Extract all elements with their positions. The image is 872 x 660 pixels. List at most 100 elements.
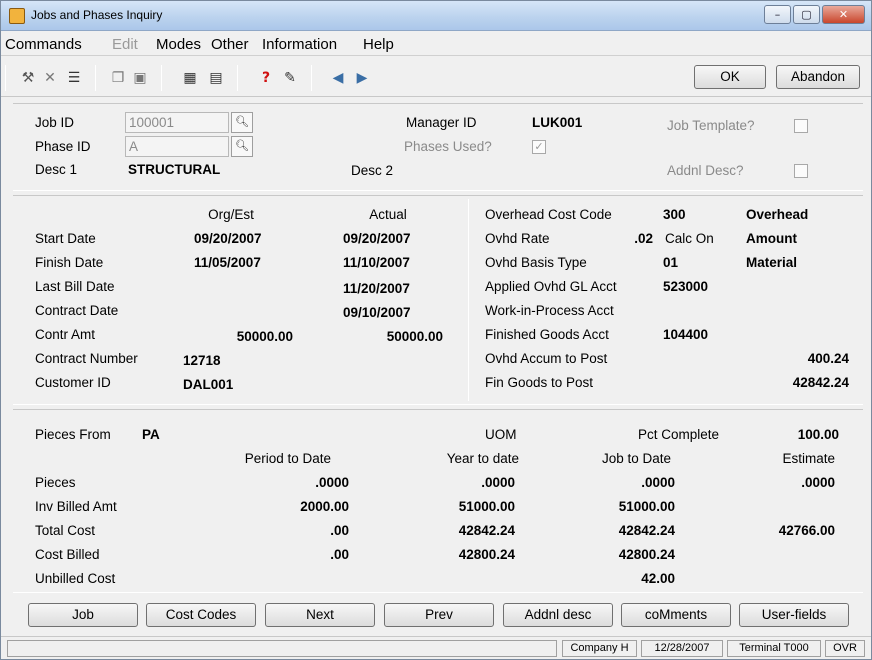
job-to-date-header: Job to Date [601,451,671,466]
addnl-desc-button[interactable]: Addnl desc [503,603,613,627]
calendar-icon[interactable]: ▤ [207,69,225,87]
stats-cell[interactable]: 42800.24 [401,547,515,562]
comments-button[interactable]: coMments [621,603,731,627]
prev-button[interactable]: Prev [384,603,494,627]
back-icon[interactable]: ◀ [329,69,347,87]
jobs-phases-inquiry-window: Jobs and Phases Inquiry – ▢ ✕ Commands E… [0,0,872,660]
estimate-header: Estimate [782,451,835,466]
job-id-field[interactable]: 100001 [125,112,229,133]
phase-id-label: Phase ID [35,139,91,154]
stats-cell[interactable]: .0000 [401,475,515,490]
ovhd-rate-label: Ovhd Rate [485,231,550,246]
job-id-label: Job ID [35,115,75,130]
ovhd-basis-value[interactable]: 01 [663,255,678,270]
manager-id-value[interactable]: LUK001 [532,115,582,130]
notes-icon[interactable]: ✎ [281,69,299,87]
orgest-column-header: Org/Est [208,207,254,222]
job-button[interactable]: Job [28,603,138,627]
maximize-button[interactable]: ▢ [793,5,820,24]
job-template-checkbox[interactable] [794,119,808,133]
cost-codes-button[interactable]: Cost Codes [146,603,256,627]
minimize-button[interactable]: – [764,5,791,24]
contract-number-value[interactable]: 12718 [183,353,221,368]
ovhd-accum-value[interactable]: 400.24 [741,351,849,366]
contract-date-actual[interactable]: 09/10/2007 [343,305,411,320]
calc-on-value[interactable]: Amount [746,231,797,246]
start-date-orgest[interactable]: 09/20/2007 [194,231,262,246]
desc1-value[interactable]: STRUCTURAL [128,162,220,177]
status-terminal: Terminal T000 [727,640,821,657]
stats-row-label: Cost Billed [35,547,100,562]
paste-icon[interactable]: ▣ [131,69,149,87]
close-button[interactable]: ✕ [822,5,865,24]
status-message-pane [7,640,557,657]
pct-complete-value[interactable]: 100.00 [761,427,839,442]
last-bill-date-actual[interactable]: 11/20/2007 [343,281,410,296]
fin-goods-post-label: Fin Goods to Post [485,375,594,390]
menu-edit[interactable]: Edit [112,36,138,53]
stats-cell[interactable]: .00 [231,547,349,562]
menu-information[interactable]: Information [262,36,337,53]
fin-goods-post-value[interactable]: 42842.24 [741,375,849,390]
delete-icon[interactable]: ✕ [41,69,59,87]
tools-icon[interactable]: ⚒ [19,69,37,87]
stats-row-label: Total Cost [35,523,96,538]
overhead-cost-code-desc: Overhead [746,207,809,222]
stats-row-label: Pieces [35,475,76,490]
menu-help[interactable]: Help [363,36,394,53]
status-date: 12/28/2007 [641,640,723,657]
ok-button[interactable]: OK [694,65,766,89]
contract-amount-actual[interactable]: 50000.00 [351,329,443,344]
stats-cell[interactable]: 51000.00 [401,499,515,514]
contract-amount-orgest[interactable]: 50000.00 [201,329,293,344]
phase-id-field[interactable]: A [125,136,229,157]
contract-date-label: Contract Date [35,303,119,318]
next-button[interactable]: Next [265,603,375,627]
copy-icon[interactable]: ❐ [109,69,127,87]
pieces-from-value[interactable]: PA [142,427,160,442]
user-fields-button[interactable]: User-fields [739,603,849,627]
forward-icon[interactable]: ▶ [353,69,371,87]
stats-row-label: Unbilled Cost [35,571,116,586]
stats-cell[interactable]: .00 [231,523,349,538]
job-template-label: Job Template? [667,118,755,133]
overhead-cost-code-value[interactable]: 300 [663,207,686,222]
list-icon[interactable]: ☰ [65,69,83,87]
menu-commands[interactable]: Commands [5,36,82,53]
uom-label: UOM [485,427,517,442]
stats-cell[interactable]: .0000 [561,475,675,490]
stats-cell[interactable]: 42766.00 [731,523,835,538]
menu-other[interactable]: Other [211,36,249,53]
stats-cell[interactable]: .0000 [731,475,835,490]
stats-cell[interactable]: 42.00 [561,571,675,586]
finished-goods-acct-label: Finished Goods Acct [485,327,609,342]
job-id-lookup-button[interactable]: 🔍︎ [231,112,253,133]
stats-cell[interactable]: .0000 [231,475,349,490]
ovhd-rate-value[interactable]: .02 [591,231,653,246]
addnl-desc-checkbox[interactable] [794,164,808,178]
wip-acct-label: Work-in-Process Acct [485,303,614,318]
stats-cell[interactable]: 2000.00 [231,499,349,514]
finish-date-orgest[interactable]: 11/05/2007 [194,255,261,270]
stats-cell[interactable]: 42842.24 [561,523,675,538]
status-company: Company H [562,640,637,657]
stats-cell[interactable]: 42842.24 [401,523,515,538]
start-date-actual[interactable]: 09/20/2007 [343,231,411,246]
phases-used-checkbox[interactable]: ✓ [532,140,546,154]
lookup-icon: 🔍︎ [235,116,249,128]
customer-id-value[interactable]: DAL001 [183,377,233,392]
finish-date-label: Finish Date [35,255,104,270]
menu-modes[interactable]: Modes [156,36,201,53]
help-icon[interactable]: ? [257,69,275,87]
pct-complete-label: Pct Complete [638,427,720,442]
stats-cell[interactable]: 42800.24 [561,547,675,562]
abandon-button[interactable]: Abandon [776,65,860,89]
calculator-icon[interactable]: ▦ [181,69,199,87]
applied-ovhd-gl-value[interactable]: 523000 [663,279,708,294]
stats-cell[interactable]: 51000.00 [561,499,675,514]
phase-id-lookup-button[interactable]: 🔍︎ [231,136,253,157]
year-to-date-header: Year to date [446,451,519,466]
finished-goods-acct-value[interactable]: 104400 [663,327,708,342]
menu-bar: Commands Edit Modes Other Information He… [1,32,871,56]
finish-date-actual[interactable]: 11/10/2007 [343,255,410,270]
